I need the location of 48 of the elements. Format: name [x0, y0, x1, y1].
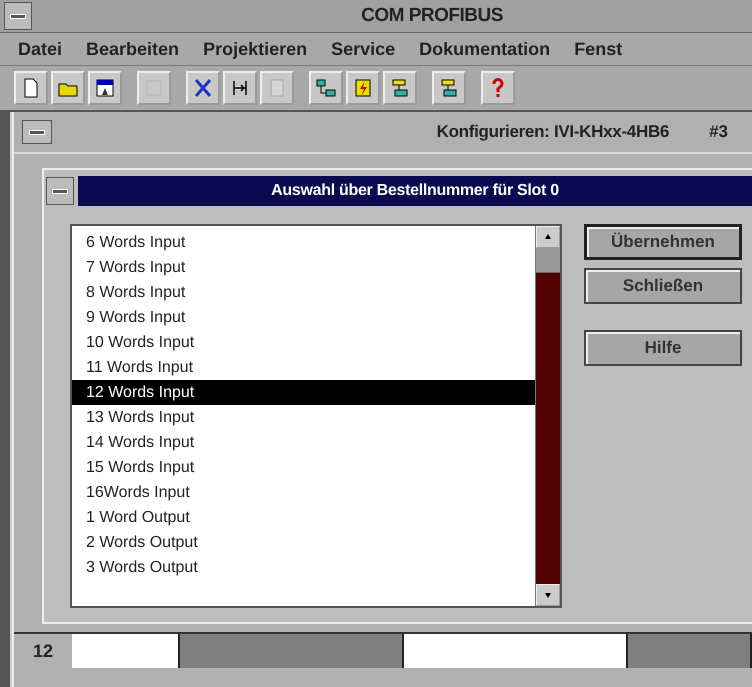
toolbar-button[interactable] — [432, 71, 466, 105]
dialog-title: Auswahl über Bestellnummer für Slot 0 — [78, 176, 752, 206]
list-item[interactable]: 10 Words Input — [72, 330, 535, 355]
list-item[interactable]: 15 Words Input — [72, 455, 535, 480]
list-item[interactable]: 7 Words Input — [72, 255, 535, 280]
toolbar-button[interactable] — [14, 71, 48, 105]
system-menu-button[interactable] — [4, 2, 32, 30]
tree-icon — [315, 77, 337, 99]
list-item[interactable]: 1 Word Output — [72, 505, 535, 530]
dialog-button[interactable]: Hilfe — [584, 330, 742, 366]
scroll-down-button[interactable] — [536, 584, 560, 606]
toolbar-button[interactable] — [383, 71, 417, 105]
window-title: Konfigurieren: IVI-KHxx-4HB6 — [436, 122, 670, 142]
menu-item[interactable]: Dokumentation — [419, 38, 550, 60]
list-item[interactable]: 13 Words Input — [72, 405, 535, 430]
down-arrow-icon — [544, 591, 552, 599]
menu-item[interactable]: Service — [331, 38, 396, 60]
dialog-button[interactable]: Übernehmen — [584, 224, 742, 260]
toolbar-button[interactable] — [186, 71, 220, 105]
list-item[interactable]: 12 Words Input — [72, 380, 535, 405]
list-item[interactable]: 9 Words Input — [72, 305, 535, 330]
list-item[interactable]: 16Words Input — [72, 480, 535, 505]
scroll-thumb[interactable] — [536, 248, 560, 273]
scroll-up-button[interactable] — [536, 226, 560, 248]
system-menu-button[interactable] — [46, 177, 74, 205]
toolbar-button[interactable] — [223, 71, 257, 105]
slot-label: #3 — [709, 122, 729, 142]
list-item[interactable]: 6 Words Input — [72, 230, 535, 255]
list-item[interactable]: 3 Words Output — [72, 555, 535, 580]
scrollbar[interactable] — [535, 226, 560, 606]
toolbar-button[interactable] — [51, 71, 85, 105]
menu-item[interactable]: Projektieren — [203, 38, 308, 60]
toolbar-button[interactable] — [346, 71, 380, 105]
row-header: 12 — [32, 640, 54, 662]
up-arrow-icon — [544, 233, 552, 241]
window-title: COM PROFIBUS — [360, 5, 504, 27]
menu-item[interactable]: Bearbeiten — [86, 38, 180, 60]
system-menu-button[interactable] — [22, 120, 52, 144]
list-item[interactable]: 11 Words Input — [72, 355, 535, 380]
window-icon — [94, 77, 116, 99]
toolbar-button[interactable] — [88, 71, 122, 105]
dialog-button[interactable]: Schließen — [584, 268, 742, 304]
list-item[interactable]: 8 Words Input — [72, 280, 535, 305]
toolbar-button[interactable] — [309, 71, 343, 105]
menu-item[interactable]: Fenst — [574, 38, 622, 60]
list-item[interactable]: 2 Words Output — [72, 530, 535, 555]
menu-item[interactable]: Datei — [18, 38, 62, 60]
list-item[interactable]: 14 Words Input — [72, 430, 535, 455]
